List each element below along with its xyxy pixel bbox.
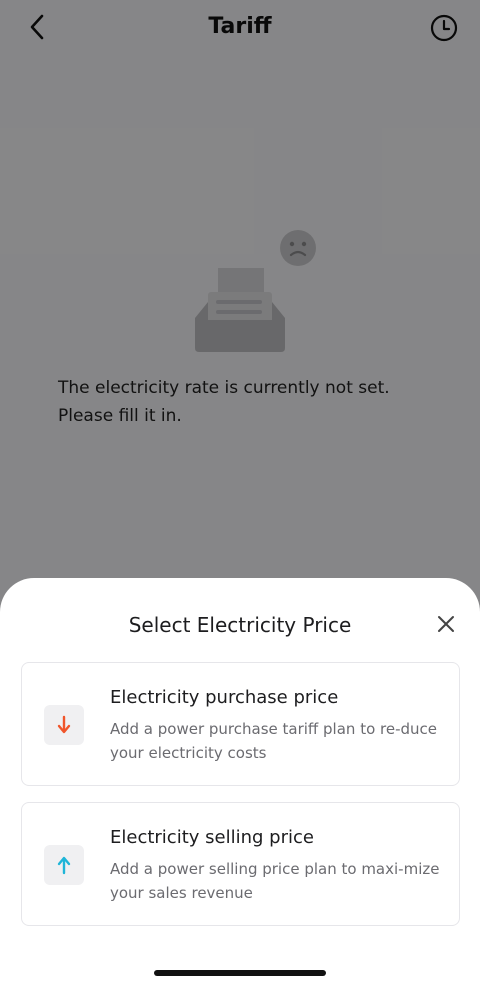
selling-price-option[interactable]: Electricity selling price Add a power se…: [21, 802, 460, 926]
selling-option-description: Add a power selling price plan to maxi-m…: [110, 860, 440, 902]
purchase-icon-box: [44, 705, 84, 745]
close-button[interactable]: [432, 610, 460, 638]
arrow-up-icon: [57, 856, 71, 875]
arrow-down-icon: [57, 715, 71, 734]
close-icon: [438, 616, 454, 632]
purchase-option-description: Add a power purchase tariff plan to re-d…: [110, 720, 437, 762]
purchase-price-option[interactable]: Electricity purchase price Add a power p…: [21, 662, 460, 786]
selling-icon-box: [44, 845, 84, 885]
sheet-title: Select Electricity Price: [128, 613, 352, 637]
purchase-option-title: Electricity purchase price: [110, 687, 339, 708]
selling-option-title: Electricity selling price: [110, 827, 314, 848]
select-price-sheet: Select Electricity Price Electricity pur…: [0, 578, 480, 986]
home-indicator[interactable]: [154, 970, 326, 976]
